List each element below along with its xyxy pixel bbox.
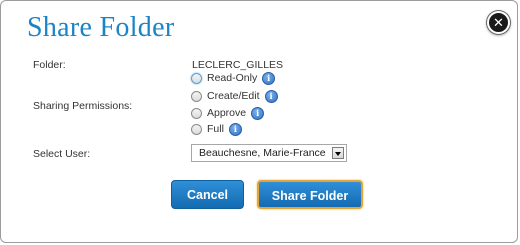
radio-label-read-only: Read-Only (207, 72, 258, 84)
info-icon[interactable]: i (251, 106, 265, 120)
chevron-down-icon[interactable] (332, 147, 344, 159)
permission-option-approve[interactable]: Approve i (191, 106, 265, 120)
radio-approve[interactable] (191, 107, 202, 119)
folder-label: Folder: (33, 59, 66, 71)
cancel-button[interactable]: Cancel (171, 180, 244, 209)
user-select-value: Beauchesne, Marie-France (199, 147, 326, 159)
select-user-label: Select User: (33, 148, 91, 160)
folder-name: LECLERC_GILLES (192, 59, 284, 71)
close-icon[interactable]: ✕ (487, 11, 510, 34)
radio-create-edit[interactable] (191, 90, 202, 102)
radio-label-full: Full (207, 123, 224, 135)
user-select[interactable]: Beauchesne, Marie-France (191, 144, 347, 162)
info-icon[interactable]: i (228, 122, 242, 136)
radio-label-approve: Approve (207, 107, 247, 119)
share-folder-button[interactable]: Share Folder (257, 180, 363, 209)
info-icon[interactable]: i (262, 71, 276, 85)
permission-option-full[interactable]: Full i (191, 122, 242, 136)
dialog-title: Share Folder (27, 12, 175, 43)
radio-full[interactable] (191, 123, 202, 135)
permission-option-create-edit[interactable]: Create/Edit i (191, 89, 278, 103)
radio-read-only[interactable] (191, 72, 202, 84)
sharing-permissions-label: Sharing Permissions: (33, 100, 133, 112)
info-icon[interactable]: i (264, 89, 278, 103)
permission-option-read-only[interactable]: Read-Only i (191, 71, 276, 85)
share-folder-dialog: Share Folder ✕ Folder: LECLERC_GILLES Sh… (0, 0, 518, 243)
radio-label-create-edit: Create/Edit (207, 90, 260, 102)
